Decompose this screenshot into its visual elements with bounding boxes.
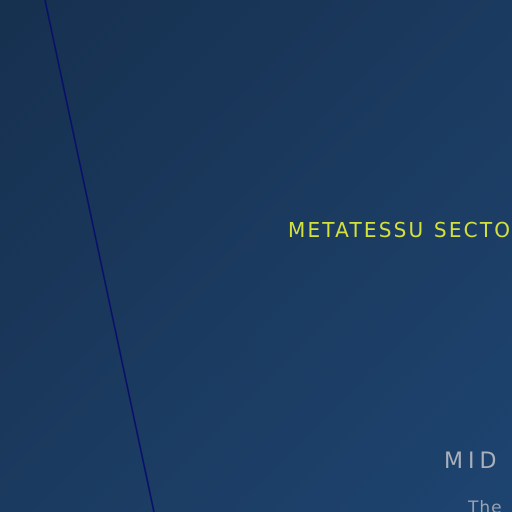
diagonal-divider-line	[44, 0, 155, 512]
sector-label: METATESSU SECTO	[288, 218, 512, 242]
diagonal-line	[44, 0, 155, 512]
section-heading: MID	[444, 449, 502, 474]
page-viewport: METATESSU SECTO MID The	[0, 0, 512, 512]
section-body-text: The	[468, 498, 503, 512]
